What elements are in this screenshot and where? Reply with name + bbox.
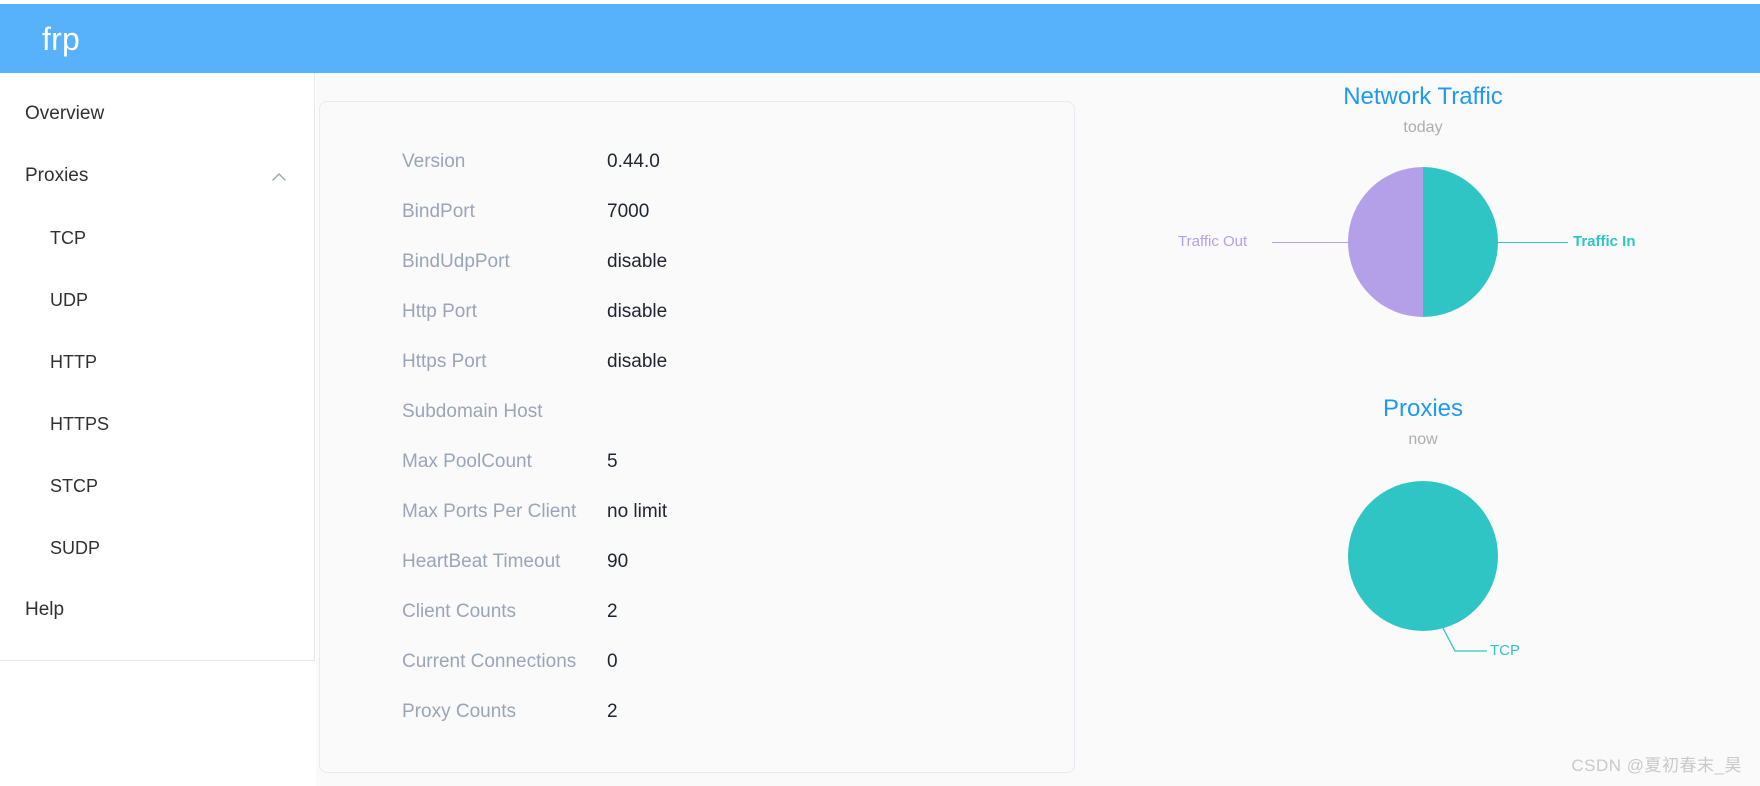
sidebar-item-proxies[interactable]: Proxies [0, 145, 314, 207]
sidebar-item-help[interactable]: Help [0, 579, 314, 641]
charts-column: Network Traffic today Traffic Out Traffi… [1086, 73, 1760, 786]
table-row: Version 0.44.0 [320, 137, 1074, 187]
sidebar-item-sudp[interactable]: SUDP [0, 517, 314, 579]
row-value: disable [607, 351, 668, 372]
row-value: 2 [607, 701, 618, 722]
sidebar-item-tcp[interactable]: TCP [0, 207, 314, 269]
row-label: Max PoolCount [402, 451, 532, 472]
sidebar-item-label: Overview [25, 103, 105, 124]
row-label: BindUdpPort [402, 251, 510, 272]
proxies-pie[interactable]: TCP [1086, 449, 1760, 709]
row-label: Current Connections [402, 651, 577, 672]
network-traffic-pie[interactable]: Traffic Out Traffic In [1086, 137, 1760, 337]
table-row: HeartBeat Timeout 90 [320, 537, 1074, 587]
sidebar-item-label: TCP [50, 227, 86, 248]
row-value: 0 [607, 651, 618, 672]
table-row: BindPort 7000 [320, 187, 1074, 237]
pie-label-tcp: TCP [1490, 642, 1520, 659]
sidebar-item-https[interactable]: HTTPS [0, 393, 314, 455]
row-value: disable [607, 301, 668, 322]
sidebar-item-label: Help [25, 599, 65, 620]
row-label: Subdomain Host [402, 401, 543, 422]
app-brand-title: frp [42, 20, 80, 57]
table-row: Current Connections 0 [320, 637, 1074, 687]
leader-line-traffic-in [1498, 242, 1568, 243]
row-value: 5 [607, 451, 618, 472]
row-value: no limit [607, 501, 668, 522]
chart-title: Proxies [1382, 395, 1464, 422]
row-value: disable [607, 251, 668, 272]
chevron-up-icon[interactable] [272, 169, 286, 183]
row-label: Max Ports Per Client [402, 501, 577, 522]
row-value: 2 [607, 601, 618, 622]
sidebar-item-stcp[interactable]: STCP [0, 455, 314, 517]
sidebar-item-label: HTTP [50, 351, 97, 372]
row-label: Proxy Counts [402, 701, 517, 722]
table-row: Https Port disable [320, 337, 1074, 387]
row-label: Version [402, 151, 466, 172]
sidebar-item-label: SUDP [50, 537, 101, 558]
sidebar-item-label: STCP [50, 475, 99, 496]
pie-label-traffic-in: Traffic In [1573, 233, 1636, 250]
pie-label-traffic-out: Traffic Out [1178, 233, 1248, 250]
row-label: Http Port [402, 301, 477, 322]
row-value: 7000 [607, 201, 650, 222]
pie-slice-traffic-out[interactable] [1348, 167, 1423, 317]
table-row: Max Ports Per Client no limit [320, 487, 1074, 537]
main-content: Version 0.44.0 BindPort 7000 BindUdpPort… [316, 73, 1760, 786]
chart-subtitle: now [1408, 431, 1438, 448]
table-row: Max PoolCount 5 [320, 437, 1074, 487]
table-row: Client Counts 2 [320, 587, 1074, 637]
sidebar-nav: Overview Proxies TCP UDP HTTP HTTPS STCP… [0, 73, 315, 661]
proxies-chart: Proxies now TCP [1086, 395, 1760, 775]
chart-subtitle: today [1403, 119, 1443, 136]
app-header: frp [0, 4, 1760, 73]
csdn-watermark: CSDN @夏初春末_昊 [1571, 756, 1742, 775]
table-row: BindUdpPort disable [320, 237, 1074, 287]
sidebar-item-overview[interactable]: Overview [0, 83, 314, 145]
table-row: Subdomain Host [320, 387, 1074, 437]
server-info-table: Version 0.44.0 BindPort 7000 BindUdpPort… [320, 102, 1074, 737]
sidebar-item-http[interactable]: HTTP [0, 331, 314, 393]
chart-title: Network Traffic [1343, 83, 1503, 110]
row-label: Client Counts [402, 601, 517, 622]
network-traffic-chart: Network Traffic today Traffic Out Traffi… [1086, 83, 1760, 373]
table-row: Proxy Counts 2 [320, 687, 1074, 737]
row-label: BindPort [402, 201, 475, 222]
table-row: Http Port disable [320, 287, 1074, 337]
pie-slice-tcp[interactable] [1348, 481, 1498, 631]
app-root: frp Overview Proxies TCP UDP HTTP HTTPS [0, 0, 1760, 786]
sidebar-item-udp[interactable]: UDP [0, 269, 314, 331]
row-label: Https Port [402, 351, 487, 372]
sidebar-item-label: HTTPS [50, 413, 110, 434]
row-value: 90 [607, 551, 629, 572]
sidebar-item-label: Proxies [25, 165, 89, 186]
server-info-card: Version 0.44.0 BindPort 7000 BindUdpPort… [319, 101, 1075, 773]
row-label: HeartBeat Timeout [402, 551, 561, 572]
row-value: 0.44.0 [607, 151, 660, 172]
sidebar-item-label: UDP [50, 289, 89, 310]
leader-line-traffic-out [1272, 242, 1348, 243]
pie-slice-traffic-in[interactable] [1423, 167, 1498, 317]
